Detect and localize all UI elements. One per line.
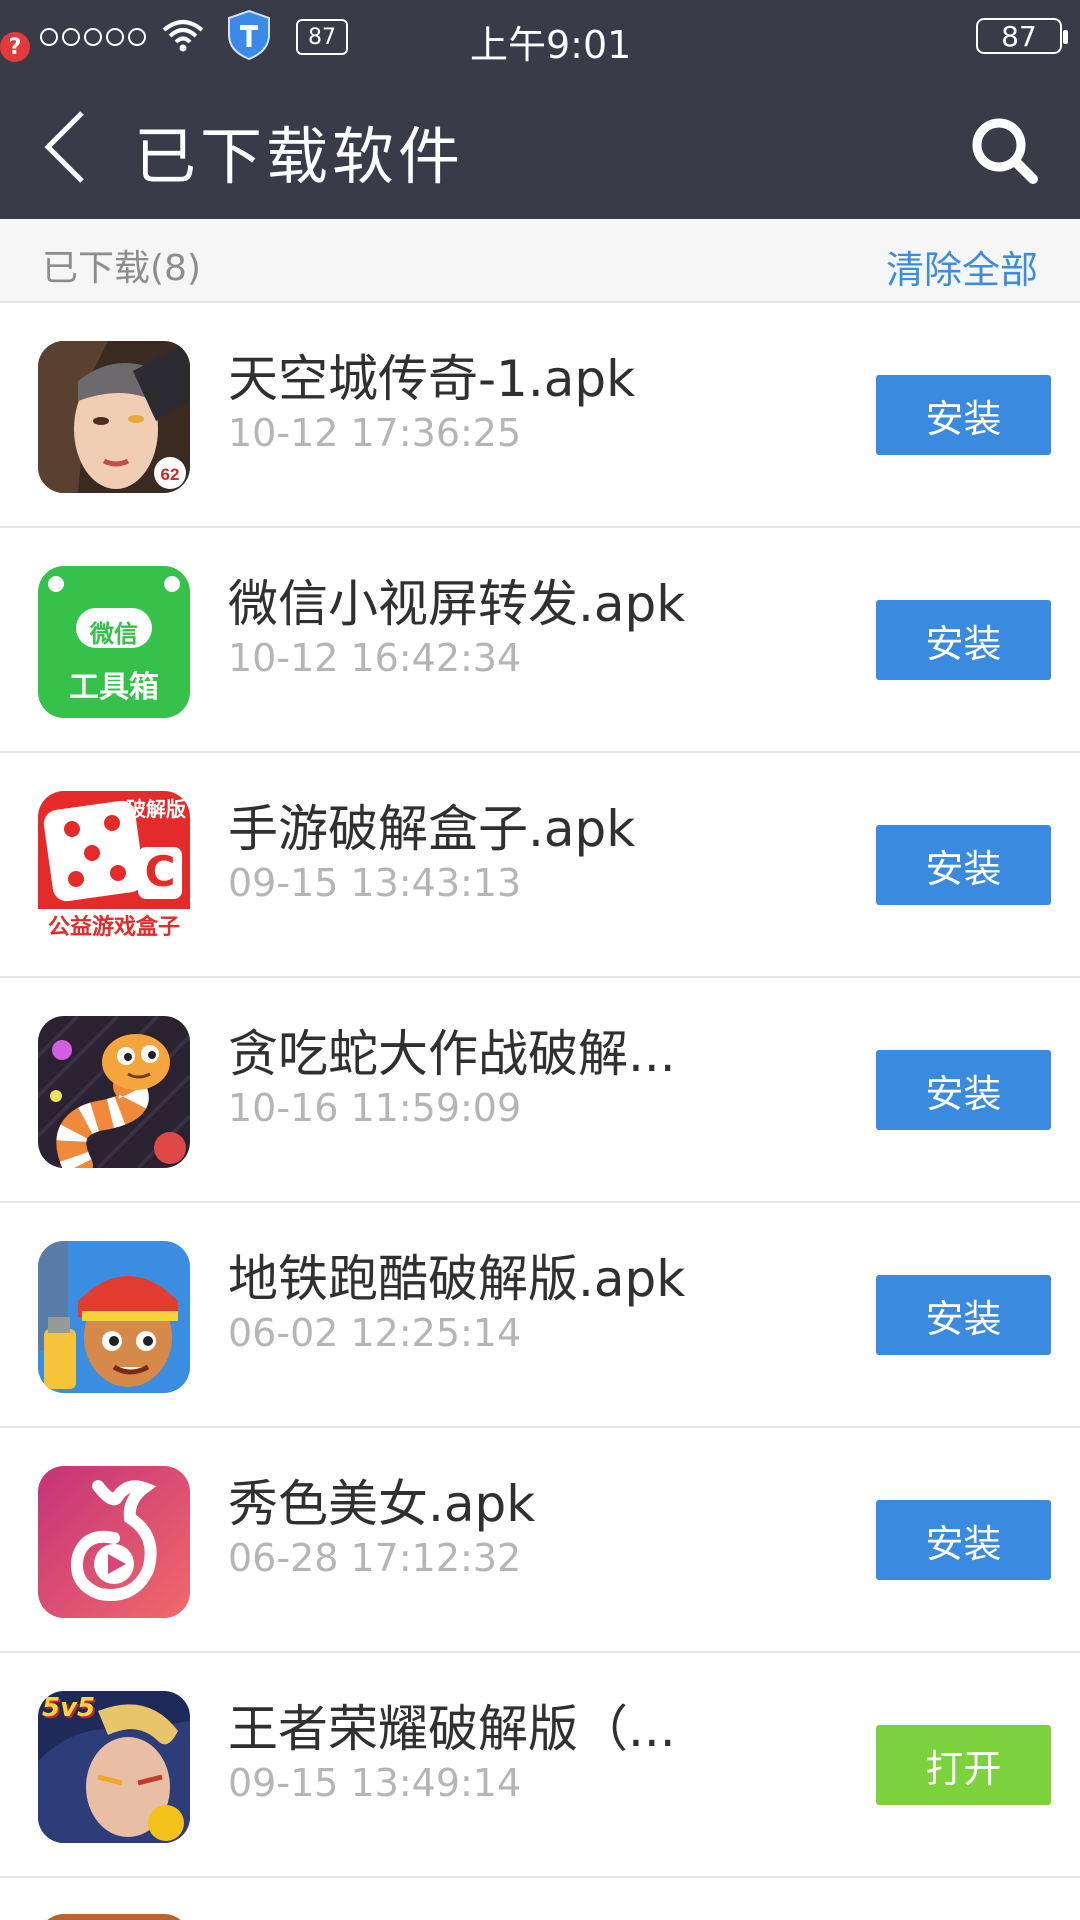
crack-box-icon-letter: C [144,847,176,896]
honor-of-kings-icon: 5v5 [38,1691,190,1843]
security-shield-icon [226,9,272,65]
install-button[interactable]: 安装 [876,825,1051,905]
list-item[interactable]: 地铁跑酷破解版.apk 06-02 12:25:14 安装 [0,1203,1080,1428]
install-button[interactable]: 安装 [876,1500,1051,1580]
download-count-label: 已下载(8) [42,248,201,289]
list-item[interactable]: 秀色美女.apk 06-28 17:12:32 安装 [0,1428,1080,1653]
download-list: 62 天空城传奇-1.apk 10-12 17:36:25 安装 微信 工具箱 … [0,303,1080,1878]
crack-box-icon-label-top: 破解版 [126,797,186,821]
status-left: ? 87 [0,9,348,62]
back-button[interactable] [30,104,100,190]
app-icon [38,1914,190,1920]
sky-city-legend-icon: 62 [38,341,190,493]
search-button[interactable] [964,110,1044,190]
xiuse-icon [38,1466,190,1618]
install-button[interactable]: 安装 [876,1050,1051,1130]
list-item[interactable]: 微信 工具箱 微信小视屏转发.apk 10-12 16:42:34 安装 [0,528,1080,753]
battery-icon: 87 [976,18,1068,54]
search-icon [972,118,1038,184]
download-time: 06-28 17:12:32 [228,1536,522,1580]
wechat-toolbox-icon: 微信 工具箱 [38,566,190,718]
list-item[interactable]: 5v5 王者荣耀破解版（... 09-15 13:49:14 打开 [0,1653,1080,1878]
install-button[interactable]: 安装 [876,375,1051,455]
download-time: 10-16 11:59:09 [228,1086,522,1130]
download-time: 09-15 13:49:14 [228,1761,522,1805]
app-name: 微信小视屏转发.apk [228,575,686,633]
app-name: 地铁跑酷破解版.apk [228,1250,686,1308]
app-name: 贪吃蛇大作战破解... [228,1025,676,1083]
open-button[interactable]: 打开 [876,1725,1051,1805]
status-time: 上午9:01 [470,23,632,67]
app-name: 天空城传奇-1.apk [228,350,636,408]
download-time: 10-12 16:42:34 [228,636,522,680]
subway-surfers-icon [38,1241,190,1393]
svg-text:62: 62 [161,465,180,484]
game-crack-box-icon: 破解版 C 公益游戏盒子 [38,791,190,943]
install-button[interactable]: 安装 [876,600,1051,680]
wifi-icon [162,18,204,56]
app-header: 已下载软件 [0,74,1080,219]
app-name: 手游破解盒子.apk [228,800,636,858]
download-time: 09-15 13:43:13 [228,861,522,905]
download-time: 06-02 12:25:14 [228,1311,522,1355]
list-item-partial[interactable] [0,1878,1080,1920]
list-item[interactable]: 贪吃蛇大作战破解... 10-16 11:59:09 安装 [0,978,1080,1203]
clear-all-link[interactable]: 清除全部 [886,239,1038,294]
crack-box-icon-label-bottom: 公益游戏盒子 [47,915,180,940]
small-battery-icon: 87 [296,19,348,55]
notification-badge: ? [0,32,30,62]
page-title: 已下载软件 [134,120,465,193]
wechat-icon-label-bottom: 工具箱 [69,670,159,705]
honor-icon-label: 5v5 [42,1693,96,1723]
snake-game-icon [38,1016,190,1168]
install-button[interactable]: 安装 [876,1275,1051,1355]
signal-strength-icon [40,28,146,46]
chevron-left-icon [44,111,84,183]
status-bar: ? 87 上午9:01 87 [0,0,1080,74]
app-name: 王者荣耀破解版（... [228,1700,676,1758]
list-item[interactable]: 62 天空城传奇-1.apk 10-12 17:36:25 安装 [0,303,1080,528]
list-item[interactable]: 破解版 C 公益游戏盒子 手游破解盒子.apk 09-15 13:43:13 安… [0,753,1080,978]
download-summary-bar: 已下载(8) 清除全部 [0,219,1080,303]
download-time: 10-12 17:36:25 [228,411,522,455]
app-name: 秀色美女.apk [228,1475,536,1533]
wechat-icon-label-top: 微信 [90,620,138,648]
